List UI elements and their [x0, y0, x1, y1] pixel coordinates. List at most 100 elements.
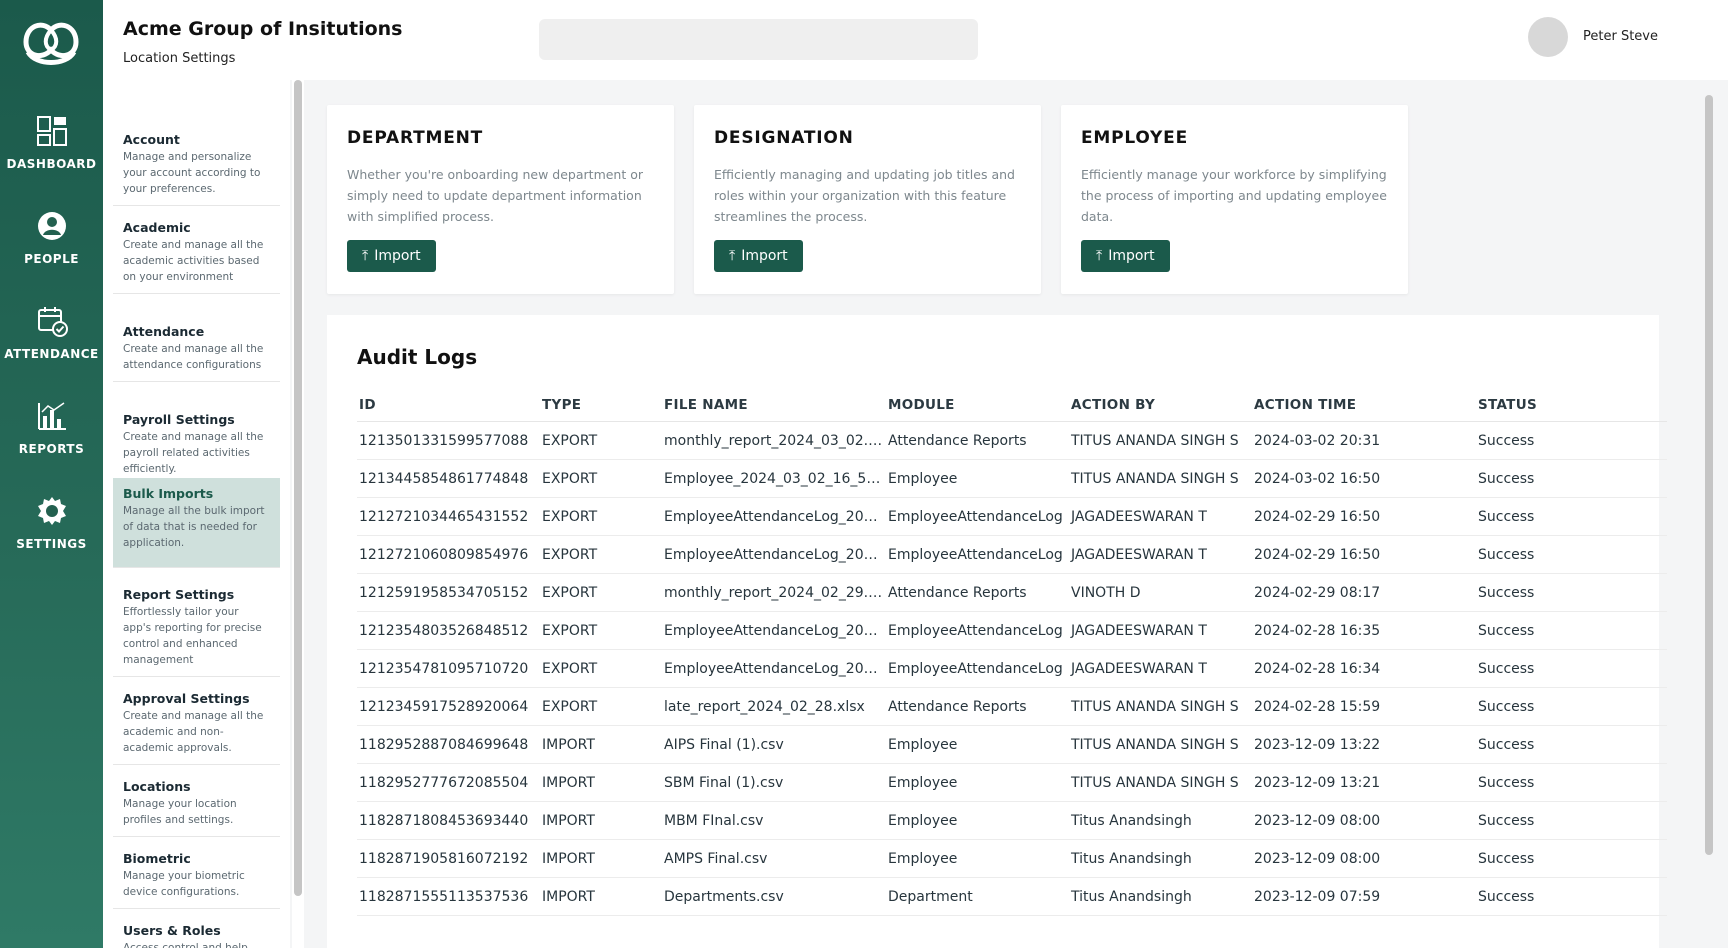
employee-import-button[interactable]: ⤒ Import [1081, 240, 1170, 272]
table-cell: 1212354781095710720 [357, 649, 540, 688]
sidebar-item-locations[interactable]: Locations Manage your location profiles … [113, 771, 280, 837]
column-header[interactable]: MODULE [886, 397, 1069, 422]
table-row[interactable]: 1213445854861774848 EXPORT Employee_2024_0… [357, 459, 1667, 498]
table-cell: 1213445854861774848 [357, 459, 540, 498]
table-row[interactable]: 1212354781095710720 EXPORT EmployeeAttenda… [357, 649, 1667, 688]
table-cell: IMPORT [540, 877, 662, 916]
sidebar-item-title: Report Settings [123, 587, 235, 602]
column-header[interactable]: ACTION TIME [1252, 397, 1476, 422]
page-subtitle: Location Settings [123, 51, 236, 66]
column-header[interactable]: ID [357, 397, 540, 422]
table-cell: Attendance Reports [886, 687, 1069, 726]
table-cell: Employee [886, 459, 1069, 498]
nav-settings[interactable]: SETTINGS [0, 495, 103, 552]
sidebar-item-bulk-imports[interactable]: Bulk Imports Manage all the bulk import … [113, 478, 280, 568]
table-cell: 2024-02-29 16:50 [1252, 497, 1476, 536]
card-employee: EMPLOYEE Efficiently manage your workfor… [1061, 105, 1408, 294]
table-row[interactable]: 1182952777672085504 IMPORT SBM Final (1).c… [357, 763, 1667, 802]
table-row[interactable]: 1182871555113537536 IMPORT Departments.csv… [357, 877, 1667, 916]
scrollbar-thumb[interactable] [1705, 95, 1713, 855]
card-department: DEPARTMENT Whether you're onboarding new… [327, 105, 674, 294]
sidebar-item-desc: Manage all the bulk import of data that … [123, 505, 265, 549]
user-name[interactable]: Peter Steve [1583, 29, 1658, 44]
main-content: DEPARTMENT Whether you're onboarding new… [305, 80, 1707, 948]
table-cell: Employee_2024_03_02_16_50.xlsx [662, 459, 886, 498]
brand-logo [23, 22, 79, 65]
nav-label: DASHBOARD [6, 157, 97, 171]
table-cell: Department [886, 877, 1069, 916]
table-cell: EXPORT [540, 687, 662, 726]
table-row[interactable]: 1213501331599577088 EXPORT monthly_report_… [357, 421, 1667, 460]
sidebar-item-academic[interactable]: Academic Create and manage all the acade… [113, 212, 280, 294]
table-cell: Success [1476, 535, 1667, 574]
upload-icon: ⤒ [1096, 248, 1103, 264]
main-scrollbar[interactable] [1703, 95, 1715, 855]
table-cell: 1212721034465431552 [357, 497, 540, 536]
card-title: DESIGNATION [714, 128, 854, 148]
nav-people[interactable]: PEOPLE [0, 210, 103, 267]
scrollbar-thumb[interactable] [294, 80, 302, 896]
table-cell: TITUS ANANDA SINGH S [1069, 725, 1252, 764]
sidebar-item-attendance[interactable]: Attendance Create and manage all the att… [113, 316, 280, 382]
table-cell: EXPORT [540, 611, 662, 650]
audit-logs-title: Audit Logs [357, 345, 478, 369]
nav-label: SETTINGS [16, 537, 87, 551]
table-cell: Success [1476, 877, 1667, 916]
search-input[interactable] [539, 19, 978, 60]
card-title: EMPLOYEE [1081, 128, 1188, 148]
table-row[interactable]: 1212591958534705152 EXPORT monthly_report_… [357, 573, 1667, 612]
sidebar-item-desc: Create and manage all the attendance con… [123, 343, 264, 371]
avatar[interactable] [1528, 17, 1568, 57]
sidebar-item-desc: Create and manage all the academic and n… [123, 710, 264, 754]
table-cell: TITUS ANANDA SINGH S [1069, 763, 1252, 802]
table-cell: 1212721060809854976 [357, 535, 540, 574]
column-header[interactable]: ACTION BY [1069, 397, 1252, 422]
dashboard-icon [36, 116, 67, 146]
sidebar-item-title: Account [123, 132, 180, 147]
designation-import-button[interactable]: ⤒ Import [714, 240, 803, 272]
table-cell: monthly_report_2024_02_29.xlsx [662, 573, 886, 612]
sidebar-item-users-roles[interactable]: Users & Roles Access control and help [113, 915, 280, 948]
table-cell: EXPORT [540, 573, 662, 612]
card-title: DEPARTMENT [347, 128, 484, 148]
table-row[interactable]: 1182952887084699648 IMPORT AIPS Final (1).… [357, 725, 1667, 764]
nav-attendance[interactable]: ATTENDANCE [0, 305, 103, 362]
sidebar-item-approval-settings[interactable]: Approval Settings Create and manage all … [113, 683, 280, 765]
table-cell: Attendance Reports [886, 421, 1069, 460]
column-header[interactable]: STATUS [1476, 397, 1667, 422]
table-cell: IMPORT [540, 839, 662, 878]
sidebar-item-account[interactable]: Account Manage and personalize your acco… [113, 124, 280, 206]
table-row[interactable]: 1212721060809854976 EXPORT EmployeeAttenda… [357, 535, 1667, 574]
nav-reports[interactable]: REPORTS [0, 400, 103, 457]
column-header[interactable]: FILE NAME [662, 397, 886, 422]
table-cell: Success [1476, 611, 1667, 650]
upload-icon: ⤒ [729, 248, 736, 264]
sidebar-item-title: Approval Settings [123, 691, 250, 706]
table-row[interactable]: 1212345917528920064 EXPORT late_report_202… [357, 687, 1667, 726]
sidebar-item-desc: Effortlessly tailor your app's reporting… [123, 606, 262, 666]
department-import-button[interactable]: ⤒ Import [347, 240, 436, 272]
card-description: Efficiently managing and updating job ti… [714, 167, 1015, 224]
table-row[interactable]: 1182871905816072192 IMPORT AMPS Final.csv E… [357, 839, 1667, 878]
table-row[interactable]: 1212721034465431552 EXPORT EmployeeAttenda… [357, 497, 1667, 536]
table-cell: Success [1476, 573, 1667, 612]
table-cell: 1213501331599577088 [357, 421, 540, 460]
table-cell: 2023-12-09 13:21 [1252, 763, 1476, 802]
table-row[interactable]: 1212354803526848512 EXPORT EmployeeAttenda… [357, 611, 1667, 650]
table-row[interactable]: 1182871808453693440 IMPORT MBM FInal.csv Em… [357, 801, 1667, 840]
sidebar-item-title: Payroll Settings [123, 412, 235, 427]
sidebar-item-biometric[interactable]: Biometric Manage your biometric device c… [113, 843, 280, 909]
table-cell: 2024-02-28 15:59 [1252, 687, 1476, 726]
sidebar-scrollbar[interactable] [292, 80, 304, 948]
sidebar-item-report-settings[interactable]: Report Settings Effortlessly tailor your… [113, 579, 280, 677]
table-cell: 1212591958534705152 [357, 573, 540, 612]
table-cell: 1182871905816072192 [357, 839, 540, 878]
column-header[interactable]: TYPE [540, 397, 662, 422]
table-cell: 1182952887084699648 [357, 725, 540, 764]
table-cell: IMPORT [540, 801, 662, 840]
button-label: Import [374, 248, 421, 264]
table-cell: JAGADEESWARAN T [1069, 535, 1252, 574]
card-description: Efficiently manage your workforce by sim… [1081, 167, 1387, 224]
nav-dashboard[interactable]: DASHBOARD [0, 115, 103, 172]
sidebar-item-payroll-settings[interactable]: Payroll Settings Create and manage all t… [113, 404, 280, 486]
